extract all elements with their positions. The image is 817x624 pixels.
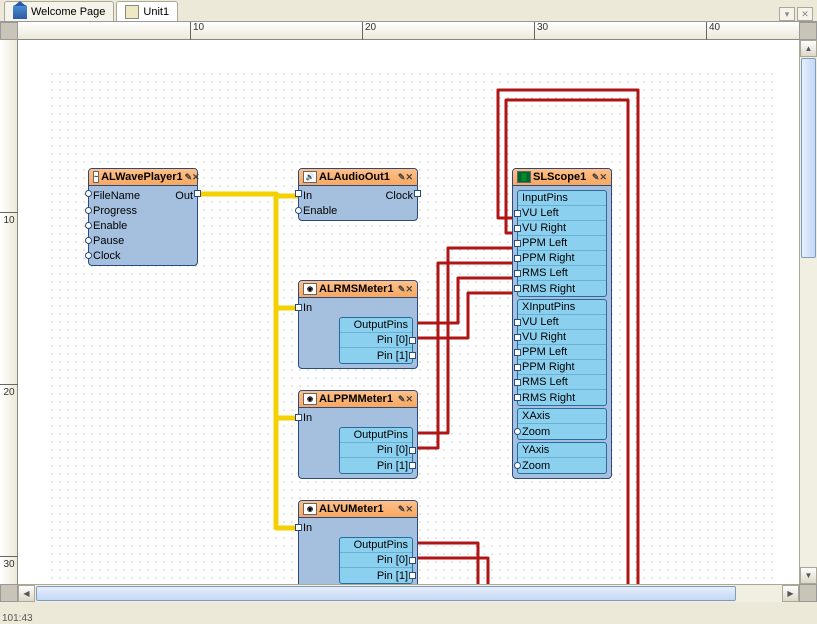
- tools-icon[interactable]: ✎✕: [398, 504, 413, 515]
- pin-out: Out: [175, 190, 193, 202]
- xpin-rms-left: RMS Left: [522, 376, 568, 388]
- tab-controls: ▾ ✕: [779, 7, 817, 21]
- tabbar: Welcome Page Unit1 ▾ ✕: [0, 0, 817, 22]
- block-title: ALPPMMeter1: [319, 393, 393, 405]
- pin-ppm-right: PPM Right: [522, 252, 575, 264]
- pin-0: Pin [0]: [377, 444, 408, 456]
- block-header[interactable]: ~ ALWavePlayer1 ✎✕: [89, 169, 197, 186]
- tab-welcome-label: Welcome Page: [31, 6, 105, 18]
- scrollbar-horizontal[interactable]: ◀ ▶: [18, 584, 799, 602]
- meter-icon: ◉: [303, 283, 317, 295]
- scroll-up-arrow[interactable]: ▲: [800, 40, 817, 57]
- pin-1: Pin [1]: [377, 460, 408, 472]
- block-rmsmeter[interactable]: ◉ALRMSMeter1 ✎✕ In OutputPins Pin [0] Pin…: [298, 280, 418, 369]
- block-vumeter[interactable]: ◉ALVUMeter1 ✎✕ In OutputPins Pin [0] Pin …: [298, 500, 418, 584]
- ruler-corner-bl: [0, 584, 18, 602]
- outputpins-label: OutputPins: [354, 429, 408, 441]
- tab-welcome[interactable]: Welcome Page: [4, 1, 114, 21]
- tools-icon[interactable]: ✎✕: [185, 172, 200, 183]
- inputpins-label: InputPins: [522, 192, 568, 204]
- pin-clock: Clock: [93, 250, 121, 262]
- ruler-h-tick: 20: [362, 22, 376, 40]
- wave-icon: ~: [93, 171, 99, 183]
- pin-in: In: [303, 522, 312, 534]
- ruler-h-tick: 40: [706, 22, 720, 40]
- block-title: ALAudioOut1: [319, 171, 390, 183]
- pin-in: In: [303, 190, 312, 202]
- ruler-v-tick: 30: [0, 556, 18, 570]
- ruler-h-tick: 30: [534, 22, 548, 40]
- pin-1: Pin [1]: [377, 570, 408, 582]
- pin-in: In: [303, 302, 312, 314]
- scroll-h-thumb[interactable]: [36, 586, 736, 601]
- scrollbar-vertical[interactable]: ▲ ▼: [799, 40, 817, 584]
- block-title: ALRMSMeter1: [319, 283, 394, 295]
- block-waveplayer[interactable]: ~ ALWavePlayer1 ✎✕ FileNameOut Progress …: [88, 168, 198, 266]
- tools-icon[interactable]: ✎✕: [398, 284, 413, 295]
- scope-icon: ▒: [517, 171, 531, 183]
- xpin-vu-left: VU Left: [522, 316, 559, 328]
- meter-icon: ◉: [303, 503, 317, 515]
- pin-pause: Pause: [93, 235, 124, 247]
- pin-filename: FileName: [93, 190, 140, 202]
- scroll-v-thumb[interactable]: [801, 58, 816, 258]
- scroll-right-arrow[interactable]: ▶: [782, 585, 799, 602]
- scroll-left-arrow[interactable]: ◀: [18, 585, 35, 602]
- pin-0: Pin [0]: [377, 334, 408, 346]
- form-icon: [125, 5, 139, 19]
- tools-icon[interactable]: ✎✕: [398, 394, 413, 405]
- block-title: ALVUMeter1: [319, 503, 384, 515]
- tab-close-button[interactable]: ✕: [797, 7, 813, 21]
- ruler-vertical: 10 20 30: [0, 40, 18, 584]
- pin-rms-right: RMS Right: [522, 283, 575, 295]
- xpin-ppm-right: PPM Right: [522, 361, 575, 373]
- pin-0: Pin [0]: [377, 554, 408, 566]
- pin-vu-left: VU Left: [522, 207, 559, 219]
- pin-ppm-left: PPM Left: [522, 237, 567, 249]
- block-audioout[interactable]: 🔊ALAudioOut1 ✎✕ In Clock Enable: [298, 168, 418, 221]
- tab-unit1[interactable]: Unit1: [116, 1, 178, 21]
- pin-rms-left: RMS Left: [522, 267, 568, 279]
- pin-1: Pin [1]: [377, 350, 408, 362]
- ruler-v-tick: 20: [0, 384, 18, 398]
- tab-unit1-label: Unit1: [143, 6, 169, 18]
- workspace: 10 20 30 40 10 20 30 ~: [0, 22, 817, 602]
- xaxis-label: XAxis: [522, 410, 550, 422]
- ruler-horizontal: 10 20 30 40: [18, 22, 799, 40]
- block-slscope[interactable]: ▒SLScope1 ✎✕ InputPins VU Left VU Right P…: [512, 168, 612, 479]
- pin-enable: Enable: [93, 220, 127, 232]
- xpin-rms-right: RMS Right: [522, 392, 575, 404]
- pin-in: In: [303, 412, 312, 424]
- pin-enable: Enable: [303, 205, 337, 217]
- block-title: SLScope1: [533, 171, 586, 183]
- outputpins-label: OutputPins: [354, 539, 408, 551]
- pin-clock: Clock: [385, 190, 413, 202]
- pin-vu-right: VU Right: [522, 222, 566, 234]
- block-title: ALWavePlayer1: [101, 171, 183, 183]
- xinputpins-label: XInputPins: [522, 301, 575, 313]
- ruler-h-tick: 10: [190, 22, 204, 40]
- design-canvas[interactable]: ~ ALWavePlayer1 ✎✕ FileNameOut Progress …: [18, 40, 799, 584]
- ruler-corner-tl: [0, 22, 18, 40]
- ruler-v-tick: 10: [0, 212, 18, 226]
- block-ppmmeter[interactable]: ◉ALPPMMeter1 ✎✕ In OutputPins Pin [0] Pin…: [298, 390, 418, 479]
- ruler-corner-tr: [799, 22, 817, 40]
- speaker-icon: 🔊: [303, 171, 317, 183]
- yaxis-label: YAxis: [522, 444, 549, 456]
- outputpins-label: OutputPins: [354, 319, 408, 331]
- ruler-corner-br: [799, 584, 817, 602]
- scroll-down-arrow[interactable]: ▼: [800, 567, 817, 584]
- tools-icon[interactable]: ✎✕: [398, 172, 413, 183]
- meter-icon: ◉: [303, 393, 317, 405]
- xaxis-zoom: Zoom: [522, 426, 550, 438]
- home-icon: [13, 5, 27, 19]
- yaxis-zoom: Zoom: [522, 460, 550, 472]
- pin-progress: Progress: [93, 205, 137, 217]
- tab-dropdown-button[interactable]: ▾: [779, 7, 795, 21]
- xpin-vu-right: VU Right: [522, 331, 566, 343]
- status-bar: 101:43: [2, 613, 33, 624]
- tools-icon[interactable]: ✎✕: [592, 172, 607, 183]
- xpin-ppm-left: PPM Left: [522, 346, 567, 358]
